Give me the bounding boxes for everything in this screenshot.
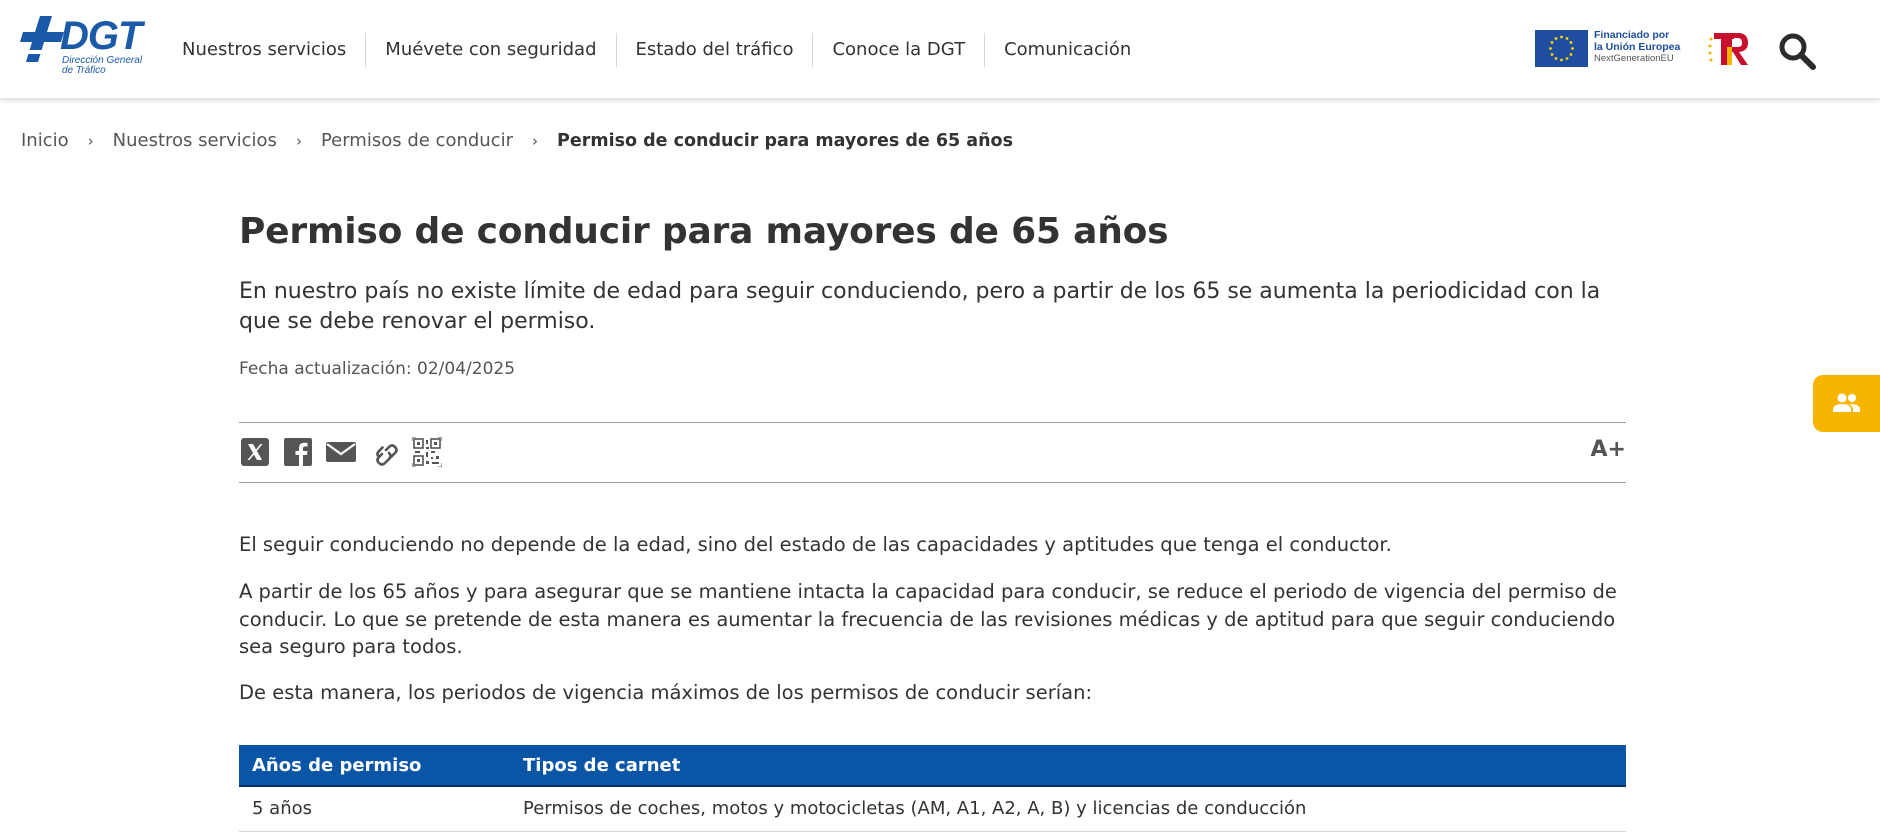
search-icon	[1779, 33, 1816, 70]
share-x-button[interactable]	[240, 437, 270, 467]
breadcrumb-inicio[interactable]: Inicio	[21, 130, 69, 151]
table-row: 5 años Permisos de coches, motos y motoc…	[239, 786, 1626, 832]
facebook-icon	[284, 438, 312, 466]
x-icon	[241, 438, 269, 466]
breadcrumb-separator: ›	[87, 131, 94, 150]
email-icon	[326, 442, 356, 462]
share-qr-button[interactable]	[411, 436, 443, 468]
table-cell: 5 años	[239, 786, 510, 832]
search-button[interactable]	[1776, 30, 1818, 72]
paragraph-1: El seguir conduciendo no depende de la e…	[239, 533, 1392, 556]
nav-nuestros-servicios[interactable]: Nuestros servicios	[164, 33, 367, 67]
qr-code-icon	[411, 436, 443, 468]
table-header-row: Años de permiso Tipos de carnet	[239, 745, 1626, 787]
side-help-tab[interactable]	[1813, 375, 1880, 432]
paragraph-3: De esta manera, los periodos de vigencia…	[239, 681, 1093, 704]
logo-subtitle: Dirección General de Tráfico	[62, 55, 143, 76]
dgt-logo[interactable]: DGT Dirección General de Tráfico	[20, 12, 145, 78]
paragraph-2: A partir de los 65 años y para asegurar …	[239, 580, 1617, 658]
eu-flag-icon	[1535, 30, 1588, 67]
page-title: Permiso de conducir para mayores de 65 a…	[239, 211, 1169, 252]
table-header-anos: Años de permiso	[239, 745, 510, 787]
table-cell: Permisos de coches, motos y motocicletas…	[510, 786, 1626, 832]
people-icon	[1833, 393, 1860, 412]
nav-estado-del-trafico[interactable]: Estado del tráfico	[617, 33, 814, 67]
nav-muevete-con-seguridad[interactable]: Muévete con seguridad	[366, 33, 617, 67]
breadcrumb-separator: ›	[532, 131, 539, 150]
font-size-button[interactable]: A+	[1591, 437, 1626, 462]
breadcrumb-permisos-de-conducir[interactable]: Permisos de conducir	[321, 130, 513, 151]
logo-brand: DGT	[60, 14, 142, 58]
table-header-tipos: Tipos de carnet	[510, 745, 1626, 787]
breadcrumb-current: Permiso de conducir para mayores de 65 a…	[557, 130, 1013, 151]
share-link-button[interactable]	[369, 437, 399, 467]
main-nav: Nuestros servicios Muévete con seguridad…	[164, 30, 1150, 70]
share-email-button[interactable]	[326, 437, 356, 467]
link-icon	[376, 444, 398, 466]
validity-table: Años de permiso Tipos de carnet 5 años P…	[239, 745, 1626, 832]
dgt-cross-icon	[20, 16, 64, 62]
site-header: DGT Dirección General de Tráfico Nuestro…	[0, 0, 1880, 99]
breadcrumb-nuestros-servicios[interactable]: Nuestros servicios	[113, 130, 277, 151]
update-date: Fecha actualización: 02/04/2025	[239, 359, 516, 379]
nav-conoce-la-dgt[interactable]: Conoce la DGT	[813, 33, 986, 67]
article-lead: En nuestro país no existe límite de edad…	[239, 279, 1601, 334]
eu-funding-text: Financiado por la Unión Europea NextGene…	[1594, 29, 1681, 64]
breadcrumb-separator: ›	[295, 131, 302, 150]
breadcrumb: Inicio › Nuestros servicios › Permisos d…	[21, 130, 1013, 151]
nav-comunicacion[interactable]: Comunicación	[985, 33, 1150, 67]
share-facebook-button[interactable]	[283, 437, 313, 467]
share-bar: A+	[239, 422, 1626, 483]
tr-logo-icon	[1708, 29, 1750, 69]
